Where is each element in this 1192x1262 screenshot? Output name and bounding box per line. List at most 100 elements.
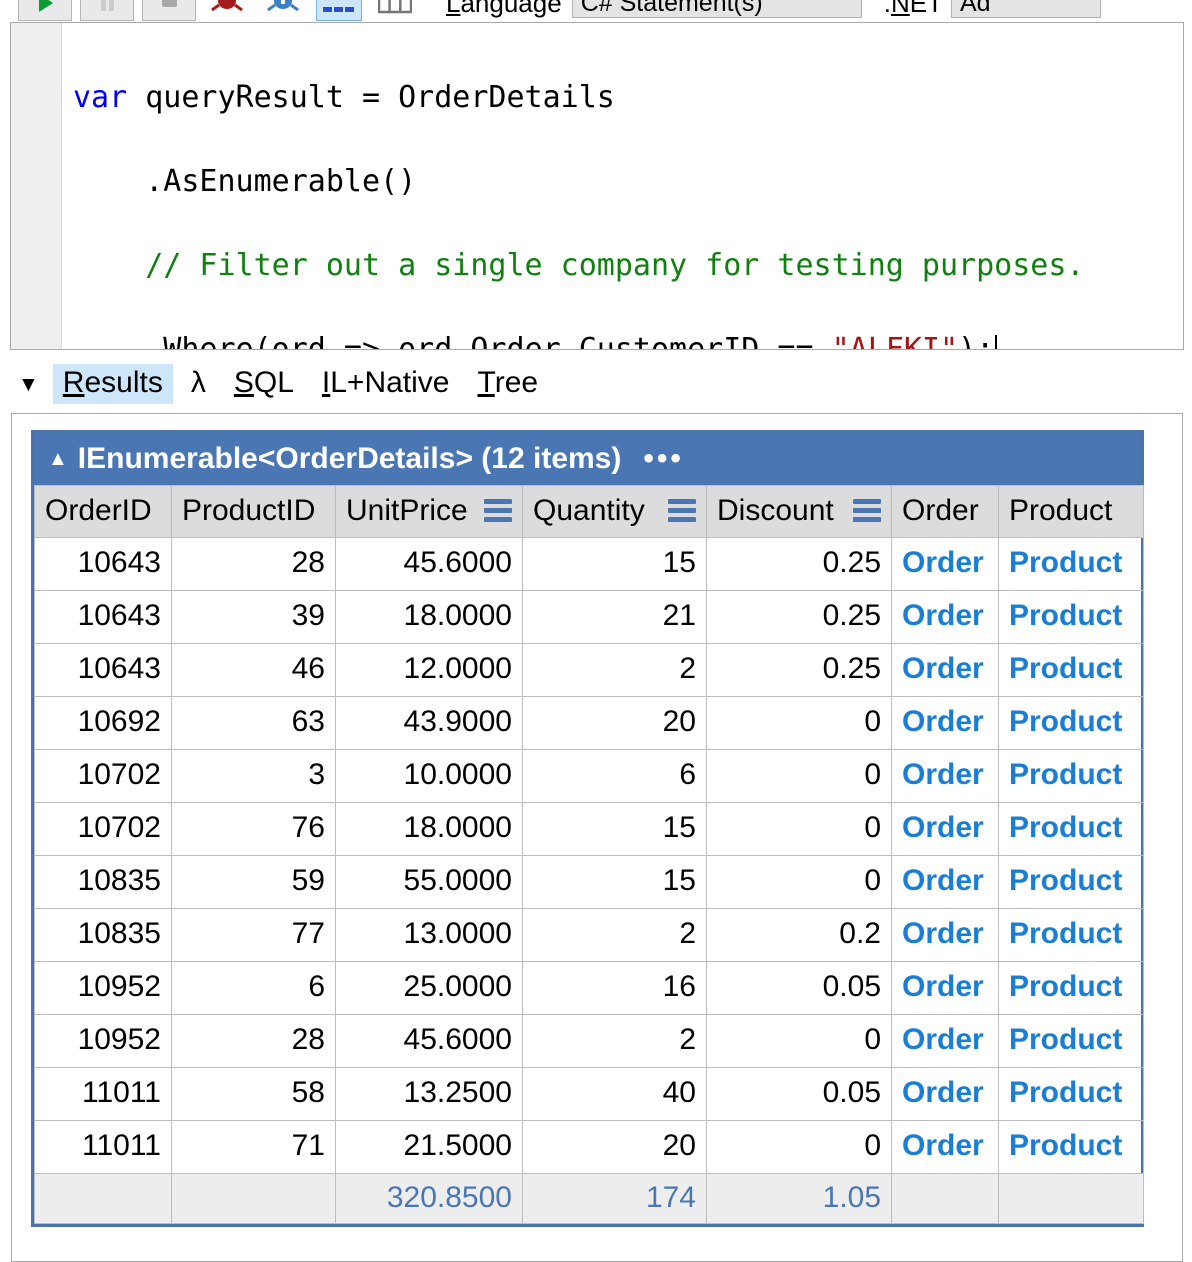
table-row[interactable]: 11011 71 21.5000 20 0 Order Product (34, 1120, 1144, 1174)
column-chart-bars-icon[interactable] (853, 495, 881, 526)
results-tabbar: ▼ Results λ SQL IL+Native Tree (0, 362, 1192, 406)
total-unitprice: 320.8500 (335, 1173, 523, 1224)
tab-lambda[interactable]: λ (181, 364, 216, 404)
cell-order-link[interactable]: Order (891, 590, 999, 644)
cell-product-link[interactable]: Product (998, 855, 1144, 909)
cell-order-link[interactable]: Order (891, 1014, 999, 1068)
column-header-product[interactable]: Product (998, 485, 1144, 538)
table-row[interactable]: 10835 59 55.0000 15 0 Order Product (34, 855, 1144, 909)
cell-product-link[interactable]: Product (998, 802, 1144, 856)
results-panel: ▲ IEnumerable<OrderDetails> (12 items) •… (11, 413, 1183, 1262)
cell-order-link[interactable]: Order (891, 1120, 999, 1174)
table-row[interactable]: 11011 58 13.2500 40 0.05 Order Product (34, 1067, 1144, 1121)
table-row[interactable]: 10835 77 13.0000 2 0.2 Order Product (34, 908, 1144, 962)
table-row[interactable]: 10952 6 25.0000 16 0.05 Order Product (34, 961, 1144, 1015)
totals-row: 320.8500 174 1.05 (34, 1173, 1144, 1224)
table-row[interactable]: 10692 63 43.9000 20 0 Order Product (34, 696, 1144, 750)
tab-il-native[interactable]: IL+Native (312, 364, 460, 404)
column-chart-bars-icon[interactable] (668, 495, 696, 526)
column-header-orderid[interactable]: OrderID (34, 485, 172, 538)
results-table: OrderID ProductID UnitPrice Quantity Dis… (34, 485, 1144, 1224)
column-header-productid[interactable]: ProductID (171, 485, 336, 538)
cell-productid: 76 (171, 802, 336, 856)
cell-order-link[interactable]: Order (891, 696, 999, 750)
code-line: var queryResult = OrderDetails (73, 77, 1183, 119)
results-grid-toggle[interactable] (316, 0, 362, 21)
cell-productid: 28 (171, 1014, 336, 1068)
cell-product-link[interactable]: Product (998, 1067, 1144, 1121)
cell-discount: 0 (706, 696, 892, 750)
table-row[interactable]: 10643 46 12.0000 2 0.25 Order Product (34, 643, 1144, 697)
cell-product-link[interactable]: Product (998, 1120, 1144, 1174)
cell-order-link[interactable]: Order (891, 855, 999, 909)
cell-productid: 3 (171, 749, 336, 803)
code-token: ); (958, 332, 995, 350)
pause-icon (101, 0, 114, 11)
column-header-quantity[interactable]: Quantity (522, 485, 707, 538)
cell-quantity: 2 (522, 908, 707, 962)
cell-product-link[interactable]: Product (998, 961, 1144, 1015)
cell-orderid: 10952 (34, 1014, 172, 1068)
cell-productid: 6 (171, 961, 336, 1015)
cell-orderid: 11011 (34, 1067, 172, 1121)
cell-product-link[interactable]: Product (998, 1014, 1144, 1068)
total-orderid (34, 1173, 172, 1224)
cell-product-link[interactable]: Product (998, 590, 1144, 644)
cell-product-link[interactable]: Product (998, 643, 1144, 697)
pause-button[interactable] (80, 0, 134, 21)
table-row[interactable]: 10952 28 45.6000 2 0 Order Product (34, 1014, 1144, 1068)
tab-tree[interactable]: Tree (467, 364, 548, 404)
code-token: queryResult = OrderDetails (145, 80, 615, 115)
cell-order-link[interactable]: Order (891, 1067, 999, 1121)
stop-button[interactable] (142, 0, 196, 21)
play-icon (39, 0, 53, 12)
cell-unitprice: 45.6000 (335, 1014, 523, 1068)
column-header-unitprice[interactable]: UnitPrice (335, 485, 523, 538)
cell-order-link[interactable]: Order (891, 961, 999, 1015)
columns-layout-toggle[interactable] (372, 0, 418, 21)
debug-step-into-button[interactable] (204, 0, 250, 21)
grid-menu-icon[interactable]: ••• (643, 442, 684, 476)
column-chart-bars-icon[interactable] (484, 495, 512, 526)
cell-productid: 58 (171, 1067, 336, 1121)
collapse-results-icon[interactable]: ▼ (18, 374, 39, 395)
table-row[interactable]: 10643 28 45.6000 15 0.25 Order Product (34, 537, 1144, 591)
debug-blue-icon (267, 0, 299, 12)
column-header-order[interactable]: Order (891, 485, 999, 538)
code-editor[interactable]: var queryResult = OrderDetails .AsEnumer… (10, 22, 1184, 350)
editor-code-area[interactable]: var queryResult = OrderDetails .AsEnumer… (73, 35, 1183, 350)
cell-orderid: 10952 (34, 961, 172, 1015)
cell-unitprice: 13.0000 (335, 908, 523, 962)
framework-select[interactable]: Ad (950, 0, 1101, 18)
cell-discount: 0 (706, 1120, 892, 1174)
cell-product-link[interactable]: Product (998, 908, 1144, 962)
cell-order-link[interactable]: Order (891, 537, 999, 591)
run-button[interactable] (18, 0, 72, 21)
cell-discount: 0.05 (706, 961, 892, 1015)
table-row[interactable]: 10643 39 18.0000 21 0.25 Order Product (34, 590, 1144, 644)
debug-step-over-button[interactable] (260, 0, 306, 21)
collapse-grid-icon[interactable]: ▲ (48, 449, 68, 469)
tab-sql[interactable]: SQL (224, 364, 304, 404)
table-row[interactable]: 10702 76 18.0000 15 0 Order Product (34, 802, 1144, 856)
cell-order-link[interactable]: Order (891, 749, 999, 803)
cell-product-link[interactable]: Product (998, 537, 1144, 591)
cell-order-link[interactable]: Order (891, 643, 999, 697)
tab-results[interactable]: Results (52, 364, 173, 404)
cell-unitprice: 18.0000 (335, 590, 523, 644)
column-label: Product (1009, 493, 1113, 527)
cell-order-link[interactable]: Order (891, 908, 999, 962)
cell-quantity: 15 (522, 537, 707, 591)
cell-product-link[interactable]: Product (998, 749, 1144, 803)
code-line: // Filter out a single company for testi… (73, 245, 1183, 287)
cell-unitprice: 43.9000 (335, 696, 523, 750)
table-header-row: OrderID ProductID UnitPrice Quantity Dis… (34, 485, 1144, 538)
cell-orderid: 10835 (34, 855, 172, 909)
column-header-discount[interactable]: Discount (706, 485, 892, 538)
language-label: Language (446, 0, 562, 18)
cell-order-link[interactable]: Order (891, 802, 999, 856)
cell-orderid: 10702 (34, 749, 172, 803)
cell-product-link[interactable]: Product (998, 696, 1144, 750)
language-select[interactable]: C# Statement(s) (571, 0, 862, 18)
table-row[interactable]: 10702 3 10.0000 6 0 Order Product (34, 749, 1144, 803)
